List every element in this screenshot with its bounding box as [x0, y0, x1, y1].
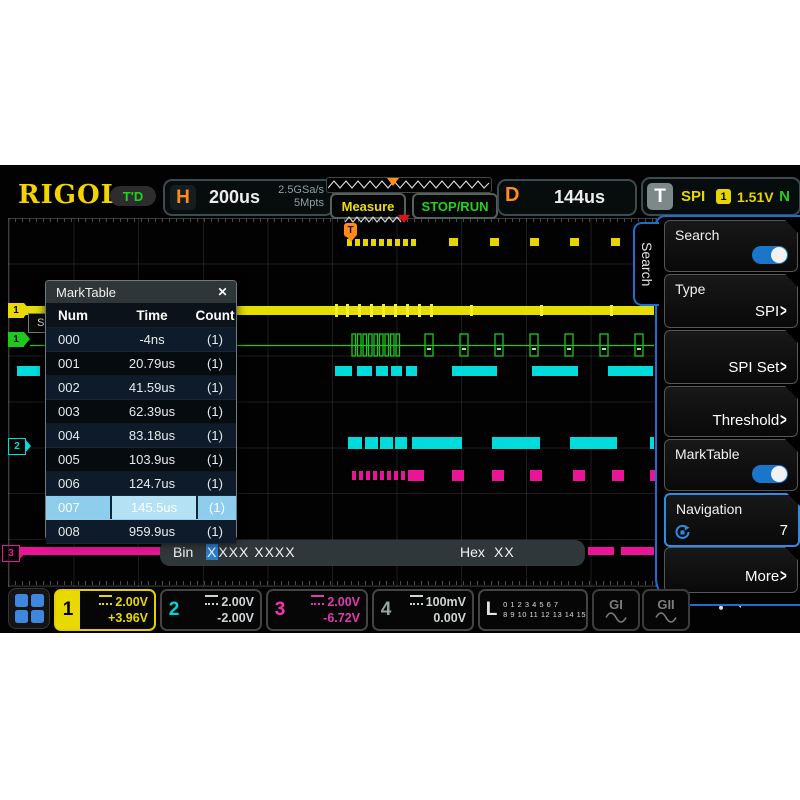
- overview-position-marker: [387, 178, 399, 186]
- search-toggle[interactable]: [752, 246, 788, 264]
- bin-cursor: X: [206, 544, 218, 560]
- sine-wave-icon: [605, 612, 627, 623]
- navigation-loop-icon: [674, 524, 692, 540]
- trigger-type: SPI: [681, 188, 705, 205]
- menu-item-search[interactable]: Search: [664, 220, 798, 272]
- channel-4-indicator[interactable]: 4 100mV 0.00V: [372, 589, 474, 631]
- horizontal-settings-group[interactable]: H 200us 2.5GSa/s 5Mpts: [163, 179, 334, 216]
- dc-coupling-icon: [99, 595, 112, 605]
- search-menu-panel: Search Type SPI> SPI Set> Threshold> Mar…: [655, 215, 800, 606]
- channel-2-marker[interactable]: 2: [8, 438, 26, 455]
- trigger-slope: N: [779, 188, 790, 205]
- trigger-source-badge: 1: [716, 189, 731, 204]
- acquisition-info: 2.5GSa/s 5Mpts: [278, 184, 324, 210]
- trigger-status-badge: T'D: [110, 186, 156, 206]
- apps-grid-icon[interactable]: [8, 588, 50, 629]
- table-row[interactable]: 008959.9us(1): [46, 520, 236, 544]
- dc-coupling-icon: [410, 595, 423, 605]
- generator-1-indicator[interactable]: GI: [592, 589, 640, 631]
- table-row-selected[interactable]: 007145.5us(1): [46, 496, 236, 520]
- bin-label: Bin: [173, 544, 193, 560]
- chevron-right-icon: >: [780, 358, 787, 378]
- hex-label: Hex: [460, 544, 485, 560]
- trigger-flag-icon[interactable]: T: [344, 223, 357, 237]
- channel-1-indicator[interactable]: 1 2.00V +3.96V: [54, 589, 156, 631]
- menu-item-threshold[interactable]: Threshold>: [664, 386, 798, 437]
- chevron-right-icon: >: [780, 302, 787, 322]
- logic-analyzer-indicator[interactable]: L 0 1 2 3 4 5 6 7 8 9 10 11 12 13 14 15: [478, 589, 588, 631]
- navigation-value: 7: [780, 522, 788, 539]
- table-row[interactable]: 00120.79us(1): [46, 352, 236, 376]
- menu-item-navigation[interactable]: Navigation 7: [664, 493, 800, 547]
- menu-item-marktable[interactable]: MarkTable: [664, 439, 798, 491]
- horizontal-label: H: [170, 185, 196, 210]
- tab-search-vertical[interactable]: Search: [633, 222, 659, 306]
- marktable-header: Num Time Count: [46, 303, 236, 328]
- channel-3-marker[interactable]: 3: [2, 545, 20, 562]
- chevron-right-icon: >: [780, 411, 787, 431]
- trigger-level: 1.51V: [737, 189, 774, 205]
- channel-2-indicator[interactable]: 2 2.00V -2.00V: [160, 589, 262, 631]
- menu-item-spi-set[interactable]: SPI Set>: [664, 330, 798, 384]
- menu-item-more[interactable]: More>: [664, 547, 798, 593]
- decode-bus-marker[interactable]: 1: [8, 332, 24, 347]
- table-row[interactable]: 00241.59us(1): [46, 376, 236, 400]
- delay-label: D: [505, 184, 519, 207]
- chevron-right-icon: >: [780, 567, 787, 587]
- sine-wave-icon: [655, 612, 677, 623]
- graticule-bottom-ticks: [8, 581, 655, 585]
- waveform-overview-strip[interactable]: [326, 177, 492, 193]
- table-row[interactable]: 000-4ns(1): [46, 328, 236, 352]
- trigger-settings-group[interactable]: T SPI 1 1.51V N: [641, 177, 800, 216]
- dc-coupling-icon: [205, 595, 218, 605]
- dc-coupling-icon: [311, 595, 324, 605]
- table-row[interactable]: 006124.7us(1): [46, 472, 236, 496]
- marktable-popup: MarkTable ✕ Num Time Count 000-4ns(1) 00…: [45, 280, 237, 540]
- close-icon[interactable]: ✕: [214, 284, 231, 300]
- marktable-title: MarkTable: [46, 281, 236, 303]
- oscilloscope-screen: T 1 SPI 1 2 3 Bin XXXX XXXX Hex XX MarkT…: [0, 165, 800, 633]
- delay-value: 144us: [554, 187, 605, 208]
- table-row[interactable]: 00362.39us(1): [46, 400, 236, 424]
- rigol-logo: RIGOL: [18, 180, 120, 210]
- menu-item-type[interactable]: Type SPI>: [664, 274, 798, 328]
- bin-value: XXXX XXXX: [206, 544, 296, 560]
- marktable-toggle[interactable]: [752, 465, 788, 483]
- generator-2-indicator[interactable]: GII: [642, 589, 690, 631]
- stop-run-button[interactable]: STOP/RUN: [412, 193, 498, 219]
- table-row[interactable]: 00483.18us(1): [46, 424, 236, 448]
- hex-value: XX: [494, 544, 515, 560]
- graticule-top-ticks: [8, 218, 655, 222]
- channel-3-indicator[interactable]: 3 2.00V -6.72V: [266, 589, 368, 631]
- trigger-position-marker: [398, 215, 410, 223]
- timebase-value: 200us: [209, 187, 260, 208]
- table-row[interactable]: 005103.9us(1): [46, 448, 236, 472]
- trigger-label: T: [647, 183, 673, 210]
- delay-settings-group[interactable]: D 144us: [497, 179, 637, 216]
- channel-1-marker[interactable]: 1: [8, 303, 24, 318]
